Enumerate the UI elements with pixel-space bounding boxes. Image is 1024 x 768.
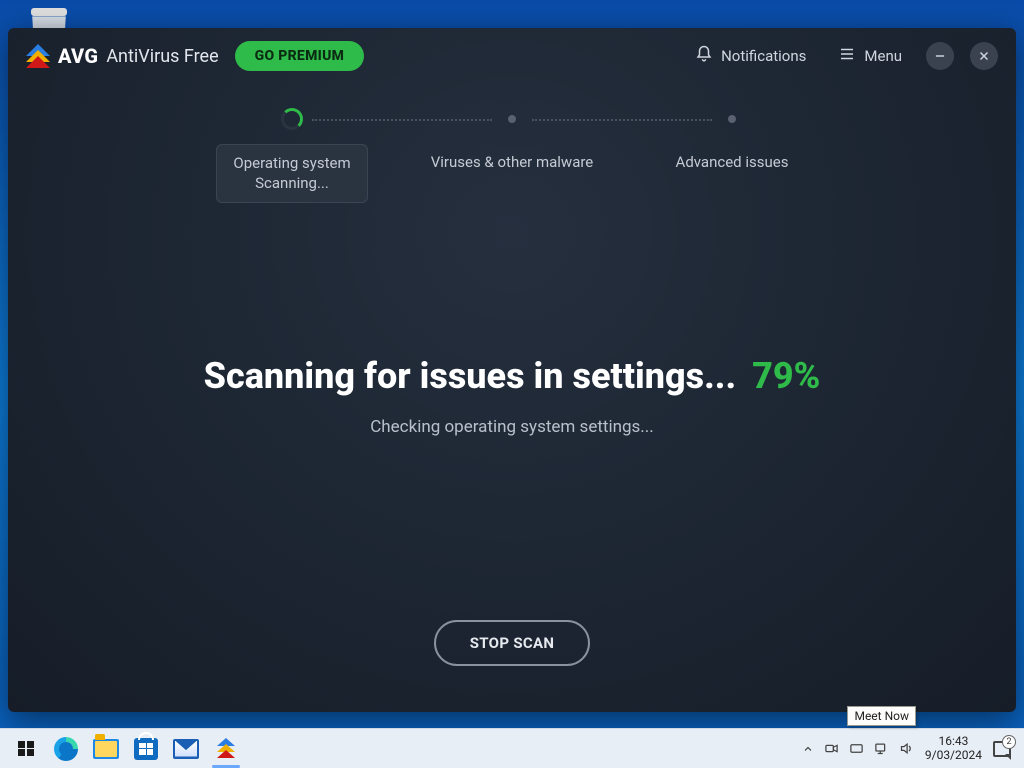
taskbar-file-explorer[interactable] bbox=[86, 729, 126, 768]
avg-taskbar-icon bbox=[213, 736, 239, 762]
taskbar-tooltip: Meet Now bbox=[847, 706, 916, 726]
dot-icon bbox=[728, 115, 736, 123]
tray-action-center[interactable]: 2 bbox=[988, 729, 1018, 768]
step1-status: Scanning... bbox=[233, 173, 350, 193]
dot-icon bbox=[508, 115, 516, 123]
tray-volume[interactable] bbox=[894, 729, 919, 768]
taskbar-edge[interactable] bbox=[46, 729, 86, 768]
mail-icon bbox=[173, 739, 199, 759]
taskbar-avg[interactable] bbox=[206, 729, 246, 768]
tray-overflow-button[interactable] bbox=[797, 729, 819, 768]
hamburger-icon bbox=[838, 45, 856, 67]
menu-label: Menu bbox=[864, 47, 902, 65]
notification-badge: 2 bbox=[1002, 735, 1016, 749]
windows-start-icon bbox=[18, 741, 34, 757]
notifications-button[interactable]: Notifications bbox=[687, 39, 814, 73]
folder-icon bbox=[93, 739, 119, 759]
system-tray: 16:43 9/03/2024 2 bbox=[797, 729, 1018, 768]
store-icon bbox=[134, 738, 158, 760]
start-button[interactable] bbox=[6, 729, 46, 768]
scan-headline: Scanning for issues in settings... bbox=[204, 355, 736, 397]
tray-meet-now[interactable] bbox=[819, 729, 844, 768]
menu-button[interactable]: Menu bbox=[830, 39, 910, 73]
step-advanced: Advanced issues bbox=[622, 108, 842, 180]
step2-title: Viruses & other malware bbox=[431, 152, 594, 172]
edge-icon bbox=[54, 737, 78, 761]
notifications-label: Notifications bbox=[721, 47, 806, 65]
close-button[interactable] bbox=[970, 42, 998, 70]
product-text: AntiVirus Free bbox=[106, 46, 218, 67]
tray-time: 16:43 bbox=[938, 735, 968, 748]
taskbar-store[interactable] bbox=[126, 729, 166, 768]
step-viruses: Viruses & other malware bbox=[402, 108, 622, 180]
stop-scan-button[interactable]: STOP SCAN bbox=[434, 620, 590, 666]
spinner-icon bbox=[281, 108, 303, 130]
go-premium-button[interactable]: GO PREMIUM bbox=[235, 41, 365, 71]
bell-icon bbox=[695, 45, 713, 67]
minimize-button[interactable] bbox=[926, 42, 954, 70]
scan-percent: 79% bbox=[752, 355, 820, 397]
avg-logo-icon bbox=[26, 44, 50, 68]
step3-title: Advanced issues bbox=[676, 152, 789, 172]
tray-date: 9/03/2024 bbox=[925, 749, 982, 762]
app-header: AVG AntiVirus Free GO PREMIUM Notificati… bbox=[8, 28, 1016, 84]
scan-steps: Operating system Scanning... Viruses & o… bbox=[8, 84, 1016, 203]
app-logo: AVG AntiVirus Free bbox=[26, 44, 219, 68]
windows-taskbar: 16:43 9/03/2024 2 bbox=[0, 728, 1024, 768]
avg-app-window: AVG AntiVirus Free GO PREMIUM Notificati… bbox=[8, 28, 1016, 712]
tray-network[interactable] bbox=[869, 729, 894, 768]
scan-status: Scanning for issues in settings... 79% C… bbox=[8, 203, 1016, 621]
scan-subtitle: Checking operating system settings... bbox=[370, 417, 654, 437]
step-operating-system: Operating system Scanning... bbox=[182, 108, 402, 203]
taskbar-mail[interactable] bbox=[166, 729, 206, 768]
tray-clock[interactable]: 16:43 9/03/2024 bbox=[919, 729, 988, 768]
tray-input-indicator[interactable] bbox=[844, 729, 869, 768]
brand-text: AVG bbox=[58, 44, 98, 68]
step1-title: Operating system bbox=[233, 153, 350, 173]
